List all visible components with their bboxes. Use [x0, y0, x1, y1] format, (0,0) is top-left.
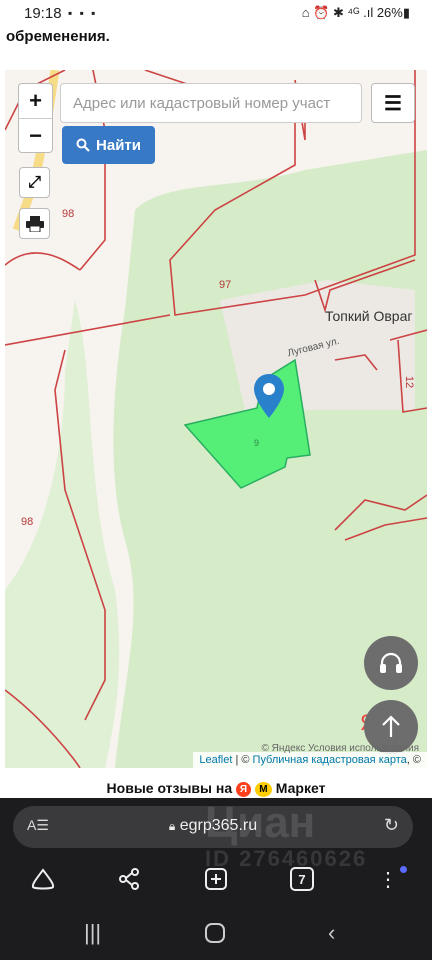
search-icon [76, 138, 90, 152]
find-label: Найти [96, 136, 141, 154]
attribution-separator: | © [232, 754, 253, 766]
more-icon[interactable]: ⋮ [373, 864, 407, 894]
home-nav-icon[interactable] [204, 922, 226, 950]
status-bar: 19:18 ▪ ▪ ▪ ⌂ ⏰ ✱ ⁴ᴳ .ıl 26%▮ [0, 0, 432, 28]
parcel-label-98-bottom: 98 [21, 516, 34, 528]
zoom-control: + − [18, 83, 53, 153]
notification-icons: ▪ ▪ ▪ [68, 6, 98, 20]
reviews-text: Новые отзывы на [106, 780, 233, 796]
fullscreen-button[interactable]: ⤢ [19, 167, 50, 198]
zoom-out-button[interactable]: − [19, 118, 52, 152]
yandex-attribution: © Яндекс Условия использования [261, 743, 419, 754]
leaflet-link[interactable]: Leaflet [199, 754, 232, 766]
headphones-icon [380, 652, 402, 673]
attribution-suffix: , © [406, 754, 421, 766]
home-icon[interactable] [28, 864, 58, 894]
market-text: Маркет [275, 780, 326, 796]
cadastral-map[interactable]: 98 97 98 12 9 Топкий Овраг Луговая ул. +… [5, 70, 427, 768]
arrow-up-icon [382, 715, 400, 737]
menu-button[interactable]: ☰ [371, 83, 415, 123]
parcel-label-9: 9 [254, 438, 260, 448]
find-button[interactable]: Найти [62, 126, 155, 164]
page-partial-text: обременения. [6, 28, 110, 45]
back-icon[interactable]: ‹ [328, 920, 335, 946]
clock: 19:18 [24, 5, 62, 22]
place-label: Топкий Овраг [325, 308, 413, 324]
parcel-label-12: 12 [403, 375, 416, 389]
map-attribution: Leaflet | © Публичная кадастровая карта,… [193, 752, 427, 768]
recent-apps-icon[interactable]: ||| [84, 920, 101, 946]
zoom-in-button[interactable]: + [19, 84, 52, 118]
location-marker-icon[interactable] [254, 374, 284, 418]
lock-icon: 🔒︎ [168, 819, 176, 833]
hamburger-icon: ☰ [384, 92, 402, 115]
printer-icon [25, 215, 44, 232]
notification-dot [400, 866, 407, 873]
market-badge-icon: М [254, 781, 272, 797]
expand-icon: ⤢ [28, 173, 41, 191]
share-icon[interactable] [114, 864, 144, 894]
yandex-badge-icon: Я [236, 781, 252, 797]
support-button[interactable] [364, 636, 418, 690]
system-status-icons: ⌂ ⏰ ✱ ⁴ᴳ .ıl 26%▮ [301, 5, 410, 20]
reviews-banner[interactable]: Новые отзывы на Я М Маркет [0, 780, 432, 797]
cadastral-map-link[interactable]: Публичная кадастровая карта [253, 754, 407, 766]
watermark-text: Циан [205, 798, 316, 847]
watermark-id: ID 276460626 [205, 846, 368, 871]
print-button[interactable] [19, 208, 50, 239]
parcel-label-97: 97 [219, 279, 232, 291]
reload-icon[interactable]: ↻ [384, 815, 399, 836]
address-search-input[interactable]: Адрес или кадастровый номер участ [60, 83, 362, 123]
parcel-label-98-top: 98 [62, 208, 75, 220]
